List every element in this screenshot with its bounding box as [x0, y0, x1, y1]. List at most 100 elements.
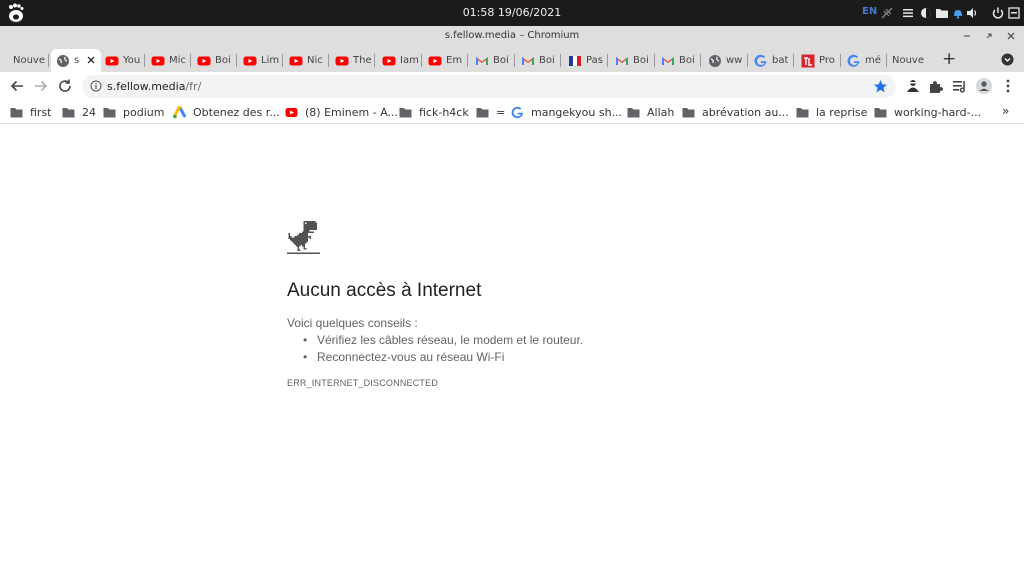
url-text[interactable]: s.fellow.media/fr/ — [107, 80, 201, 93]
window-title-bar[interactable]: s.fellow.media – Chromium — [0, 26, 1024, 46]
extensions-puzzle-icon[interactable] — [927, 77, 945, 95]
site-info-icon[interactable] — [90, 80, 102, 92]
tab-label: Boi — [493, 55, 509, 66]
bookmark-link[interactable]: Obtenez des r... — [173, 104, 280, 120]
globe-icon — [709, 54, 721, 67]
tab-separator — [840, 54, 841, 67]
power-icon[interactable] — [991, 6, 1005, 20]
tab[interactable]: Lim — [238, 49, 283, 72]
youtube-icon — [382, 56, 396, 65]
bookmark-folder[interactable]: first — [10, 104, 52, 120]
extension-agent-icon[interactable] — [904, 77, 922, 95]
system-menu-icon[interactable] — [1007, 6, 1021, 20]
tab-separator — [328, 54, 329, 67]
tab[interactable]: Mic — [146, 49, 191, 72]
bookmark-link[interactable]: (8) Eminem - A... — [285, 104, 398, 120]
bookmark-link[interactable]: mangekyou sh... — [511, 104, 622, 120]
network-off-icon[interactable] — [880, 6, 894, 20]
bookmark-folder[interactable]: working-hard-... — [874, 104, 981, 120]
bookmark-folder[interactable]: abrévation au... — [682, 104, 789, 120]
bookmark-label: fick-h4ck — [419, 105, 469, 119]
error-suggestions-intro: Voici quelques conseils : — [287, 316, 418, 330]
minimize-button[interactable] — [960, 29, 974, 43]
tl-icon — [801, 54, 815, 67]
media-control-icon[interactable] — [951, 77, 969, 95]
forward-button[interactable] — [32, 77, 50, 95]
menu-icon[interactable] — [901, 6, 915, 20]
error-suggestion-item: Reconnectez-vous au réseau Wi-Fi — [303, 349, 583, 366]
tab-separator — [282, 54, 283, 67]
bookmark-label: working-hard-... — [894, 105, 982, 119]
bookmark-folder[interactable]: 24 — [62, 104, 96, 120]
tab[interactable]: Nic — [284, 49, 329, 72]
tab[interactable]: Pas — [563, 49, 608, 72]
bookmark-folder[interactable]: podium — [103, 104, 164, 120]
bookmark-star-icon[interactable] — [873, 79, 888, 94]
volume-icon[interactable] — [965, 6, 979, 20]
folder-icon[interactable] — [935, 6, 949, 20]
tab-label: Pas — [586, 55, 603, 66]
bookmark-folder[interactable]: fick-h4ck — [399, 104, 469, 120]
tab-separator — [236, 54, 237, 67]
tab-separator — [467, 54, 468, 67]
youtube-icon — [335, 56, 349, 65]
tab-label: Boi — [539, 55, 555, 66]
tab[interactable]: Em — [423, 49, 468, 72]
bookmark-folder[interactable]: Allah — [627, 104, 674, 120]
address-bar[interactable]: s.fellow.media/fr/ — [82, 75, 896, 98]
night-light-icon[interactable] — [919, 6, 933, 20]
tab-label: Em — [446, 55, 463, 66]
folder-icon — [476, 107, 489, 117]
maximize-button[interactable] — [982, 29, 996, 43]
tab[interactable]: Boi — [610, 49, 655, 72]
tab-separator — [607, 54, 608, 67]
tab[interactable]: The — [330, 49, 375, 72]
tab[interactable]: bat — [749, 49, 794, 72]
bookmark-label: first — [30, 105, 52, 119]
bookmarks-overflow-button[interactable]: » — [1002, 104, 1009, 118]
tab-label: Nic — [307, 55, 323, 66]
reload-button[interactable] — [56, 77, 74, 95]
tab-active[interactable]: s — [51, 49, 101, 72]
tab[interactable]: Nouve — [4, 49, 49, 72]
url-path: /fr/ — [185, 80, 202, 93]
tab[interactable]: Boi — [470, 49, 515, 72]
back-button[interactable] — [8, 77, 26, 95]
bookmark-folder[interactable]: la reprise — [796, 104, 867, 120]
tab-search-icon[interactable] — [1001, 53, 1014, 66]
bookmark-label: (8) Eminem - A... — [305, 105, 399, 119]
bookmark-label: = — [496, 105, 506, 119]
new-tab-button[interactable]: + — [942, 49, 956, 69]
browser-menu-icon[interactable] — [999, 77, 1017, 95]
tab-label: Nouve — [13, 55, 46, 66]
tab-label: bat — [772, 55, 789, 66]
profile-avatar-icon[interactable] — [975, 77, 993, 95]
dinosaur-icon[interactable] — [287, 221, 320, 254]
browser-toolbar: s.fellow.media/fr/ — [0, 72, 1024, 100]
tab[interactable]: You — [100, 49, 145, 72]
tab[interactable]: Pro — [796, 49, 841, 72]
tab-separator — [793, 54, 794, 67]
language-indicator[interactable]: EN — [862, 6, 877, 17]
tab[interactable]: Boi — [192, 49, 237, 72]
error-code: ERR_INTERNET_DISCONNECTED — [287, 378, 439, 388]
tab[interactable]: Nouve — [887, 49, 932, 72]
tab-label: You — [123, 55, 141, 66]
close-tab-icon[interactable] — [85, 54, 97, 66]
window-title: s.fellow.media – Chromium — [444, 30, 580, 41]
tab[interactable]: Iam — [377, 49, 422, 72]
tab[interactable]: ww — [703, 49, 748, 72]
folder-icon — [796, 107, 809, 117]
youtube-icon — [197, 56, 211, 65]
tab[interactable]: mé — [842, 49, 887, 72]
bookmark-folder[interactable]: = — [476, 104, 505, 120]
bookmarks-bar: first 24 podium Obtenez des r... (8) Emi… — [0, 100, 1024, 124]
notification-bell-icon[interactable] — [951, 6, 965, 20]
tab-label: Mic — [169, 55, 186, 66]
close-window-button[interactable] — [1004, 29, 1018, 43]
tab[interactable]: Boi — [656, 49, 701, 72]
bookmark-label: la reprise — [816, 105, 868, 119]
folder-icon — [627, 107, 640, 117]
tab[interactable]: Boi — [516, 49, 561, 72]
tab-label: Pro — [819, 55, 835, 66]
